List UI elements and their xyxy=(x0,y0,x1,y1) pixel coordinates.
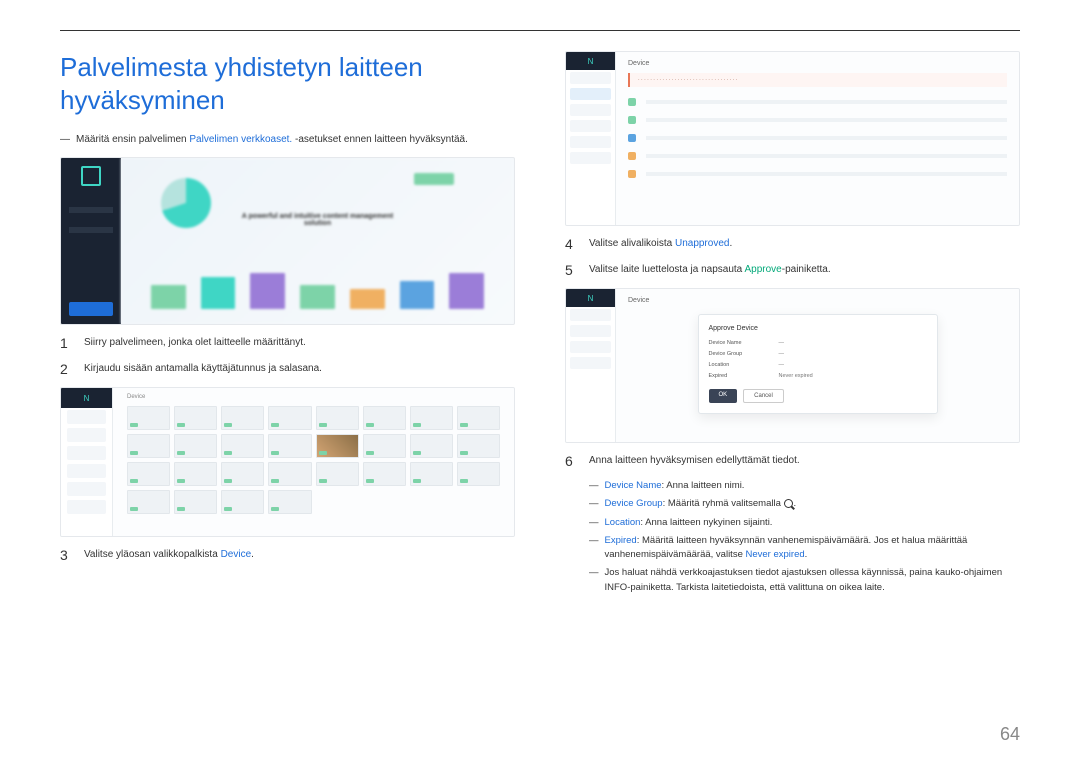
note-dash: ― xyxy=(60,134,70,145)
list-row xyxy=(628,95,1007,109)
sub-device-group: ― Device Group: Määritä ryhmä valitsemal… xyxy=(589,497,1020,511)
modal-title: Approve Device xyxy=(709,325,927,332)
sub-info-note: ― Jos haluat nähdä verkkoajastuksen tied… xyxy=(589,566,1020,595)
modal-ok-button: OK xyxy=(709,389,738,403)
screenshot-login: A powerful and intuitive content managem… xyxy=(60,157,515,325)
shot3-header: Device xyxy=(628,60,1007,67)
step-2: 2 Kirjaudu sisään antamalla käyttäjätunn… xyxy=(60,361,515,377)
sub-location: ― Location: Anna laitteen nykyinen sijai… xyxy=(589,516,1020,530)
document-page: Palvelimesta yhdistetyn laitteen hyväksy… xyxy=(0,0,1080,599)
top-tabs: Device xyxy=(119,394,508,400)
shot1-sidebar xyxy=(61,158,121,324)
screenshot-unapproved-list: N Device · · · · · · · · · · · · · · · ·… xyxy=(565,51,1020,226)
magicinfo-logo-icon xyxy=(81,166,101,186)
left-column: Palvelimesta yhdistetyn laitteen hyväksy… xyxy=(60,51,515,599)
step-6: 6 Anna laitteen hyväksymisen edellyttämä… xyxy=(565,453,1020,469)
hero-slogan: A powerful and intuitive content managem… xyxy=(238,213,398,227)
shot3-sidebar: N xyxy=(566,52,616,225)
step-number: 4 xyxy=(565,236,577,252)
shot4-header: Device xyxy=(616,289,1019,312)
search-icon xyxy=(784,499,794,509)
device-link: Device xyxy=(221,549,252,560)
approve-link: Approve xyxy=(744,264,781,275)
logo-icon: N xyxy=(61,388,112,408)
top-rule xyxy=(60,30,1020,31)
page-title: Palvelimesta yhdistetyn laitteen hyväksy… xyxy=(60,51,515,116)
alert-banner: · · · · · · · · · · · · · · · · · · · · … xyxy=(628,73,1007,87)
step-number: 2 xyxy=(60,361,72,377)
step-5: 5 Valitse laite luettelosta ja napsauta … xyxy=(565,262,1020,278)
shot2-sidebar: N xyxy=(61,388,113,536)
tab-device: Device xyxy=(127,394,145,400)
pie-chart-icon xyxy=(161,178,211,228)
modal-cancel-button: Cancel xyxy=(743,389,784,403)
two-column-layout: Palvelimesta yhdistetyn laitteen hyväksy… xyxy=(60,51,1020,599)
shot3-main: Device · · · · · · · · · · · · · · · · ·… xyxy=(616,52,1019,225)
unapproved-link: Unapproved xyxy=(675,238,729,249)
right-column: N Device · · · · · · · · · · · · · · · ·… xyxy=(565,51,1020,599)
note-text: Määritä ensin palvelimen Palvelimen verk… xyxy=(76,134,468,145)
step-number: 6 xyxy=(565,453,577,469)
logo-icon: N xyxy=(566,289,615,307)
list-row xyxy=(628,149,1007,163)
shot4-sidebar: N xyxy=(566,289,616,442)
login-button xyxy=(69,302,113,316)
approve-modal: Approve Device Device Name— Device Group… xyxy=(698,314,938,414)
sub-device-name: ― Device Name: Anna laitteen nimi. xyxy=(589,479,1020,493)
step-1: 1 Siirry palvelimeen, jonka olet laittee… xyxy=(60,335,515,351)
shot1-hero: A powerful and intuitive content managem… xyxy=(121,158,514,324)
step-3: 3 Valitse yläosan valikkopalkista Device… xyxy=(60,547,515,563)
screenshot-approve-modal: N Device Approve Device Device Name— Dev… xyxy=(565,288,1020,443)
list-row xyxy=(628,167,1007,181)
shot4-main: Device Approve Device Device Name— Devic… xyxy=(616,289,1019,442)
intro-note: ― Määritä ensin palvelimen Palvelimen ve… xyxy=(60,134,515,145)
step-number: 3 xyxy=(60,547,72,563)
never-expired-link: Never expired xyxy=(746,549,805,560)
step-4: 4 Valitse alivalikoista Unapproved. xyxy=(565,236,1020,252)
page-number: 64 xyxy=(1000,724,1020,745)
list-row xyxy=(628,113,1007,127)
sub-expired: ― Expired: Määritä laitteen hyväksynnän … xyxy=(589,534,1020,563)
intro-link: Palvelimen verkkoaset. xyxy=(189,134,292,145)
list-row xyxy=(628,131,1007,145)
device-thumb xyxy=(127,406,170,430)
screenshot-device-grid: N Device xyxy=(60,387,515,537)
logo-icon: N xyxy=(566,52,615,70)
shot2-main: Device xyxy=(113,388,514,536)
step-number: 1 xyxy=(60,335,72,351)
thumbnail-grid xyxy=(119,406,508,514)
step-number: 5 xyxy=(565,262,577,278)
